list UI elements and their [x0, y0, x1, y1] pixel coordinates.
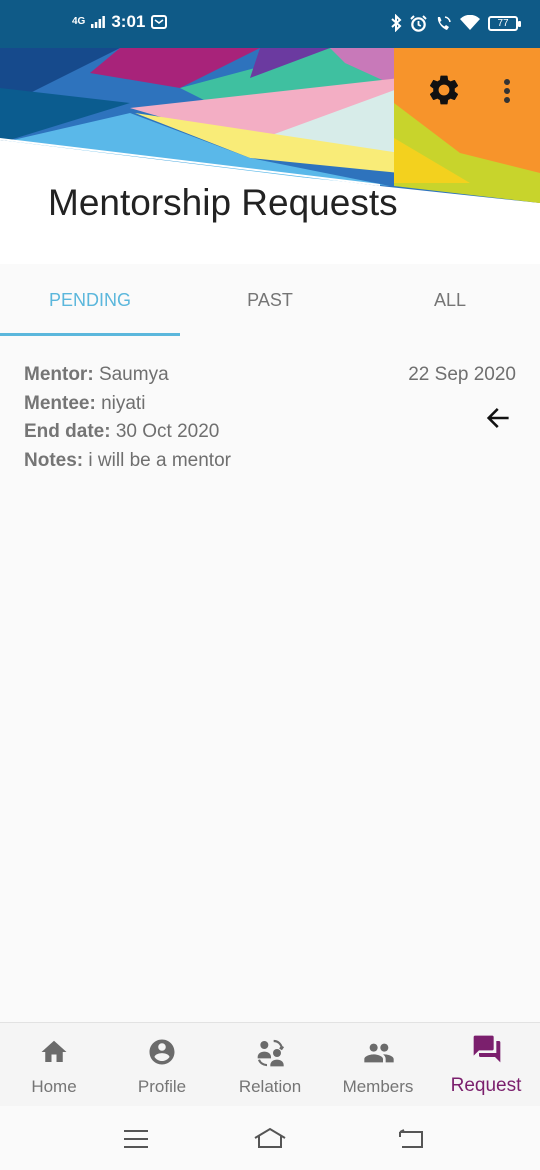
tab-past[interactable]: PAST — [180, 264, 360, 336]
end-date-row: End date: 30 Oct 2020 — [24, 421, 219, 443]
nav-request[interactable]: Request — [432, 1023, 540, 1107]
request-tabs: PENDING PAST ALL — [0, 264, 540, 336]
system-navigation-bar — [0, 1106, 540, 1170]
mentee-row: Mentee: niyati — [24, 393, 145, 415]
wifi-icon — [460, 15, 480, 30]
request-date: 22 Sep 2020 — [408, 364, 516, 385]
mentee-value: niyati — [101, 393, 146, 414]
nav-home[interactable]: Home — [0, 1023, 108, 1107]
end-date-label: End date: — [24, 421, 111, 442]
home-icon — [41, 1040, 67, 1062]
mentee-label: Mentee: — [24, 393, 96, 414]
bottom-navigation: Home Profile Relation Members Request — [0, 1022, 540, 1106]
battery-indicator: 77 — [488, 15, 521, 31]
home-outline-icon[interactable] — [252, 1126, 288, 1150]
status-time: 3:01 — [111, 12, 146, 31]
nav-request-label: Request — [450, 1075, 522, 1096]
people-icon — [364, 1043, 394, 1063]
notes-row: Notes: i will be a mentor — [24, 450, 231, 472]
menu-icon[interactable] — [122, 1128, 150, 1150]
status-left: 4G 3:01 — [72, 12, 168, 32]
active-tab-indicator — [0, 333, 180, 336]
forum-icon — [473, 1035, 501, 1063]
network-type: 4G — [72, 16, 86, 27]
nav-relation[interactable]: Relation — [216, 1023, 324, 1107]
signal-icon — [91, 16, 106, 28]
tab-pending[interactable]: PENDING — [0, 264, 180, 336]
nav-profile-label: Profile — [137, 1077, 187, 1096]
relation-icon — [257, 1039, 285, 1067]
alarm-icon — [410, 14, 427, 32]
status-bar: 4G 3:01 77 — [0, 0, 540, 48]
page-title: Mentorship Requests — [48, 182, 398, 223]
back-icon[interactable] — [396, 1128, 426, 1150]
nav-home-label: Home — [31, 1077, 77, 1096]
mail-icon — [151, 15, 168, 29]
gear-icon — [429, 75, 459, 105]
arrow-left-icon — [486, 408, 509, 428]
nav-profile[interactable]: Profile — [108, 1023, 216, 1107]
tab-all[interactable]: ALL — [360, 264, 540, 336]
overflow-menu-button[interactable] — [494, 74, 520, 108]
bluetooth-icon — [391, 14, 402, 32]
request-list-item[interactable]: Mentor: Saumya Mentee: niyati End date: … — [0, 352, 540, 482]
more-vert-icon — [504, 79, 510, 103]
status-right: 77 — [390, 14, 521, 32]
nav-relation-label: Relation — [238, 1077, 302, 1096]
mentor-row: Mentor: Saumya — [24, 364, 169, 386]
nav-members[interactable]: Members — [324, 1023, 432, 1107]
wifi-call-icon — [437, 15, 451, 30]
notes-label: Notes: — [24, 450, 84, 471]
end-date-value: 30 Oct 2020 — [115, 421, 220, 442]
notes-value: i will be a mentor — [88, 450, 231, 471]
mentor-value: Saumya — [98, 364, 169, 385]
mentor-label: Mentor: — [24, 364, 94, 385]
nav-members-label: Members — [342, 1077, 414, 1096]
app-header: Mentorship Requests — [0, 48, 540, 264]
account-circle-icon — [149, 1039, 175, 1065]
settings-button[interactable] — [426, 72, 462, 108]
